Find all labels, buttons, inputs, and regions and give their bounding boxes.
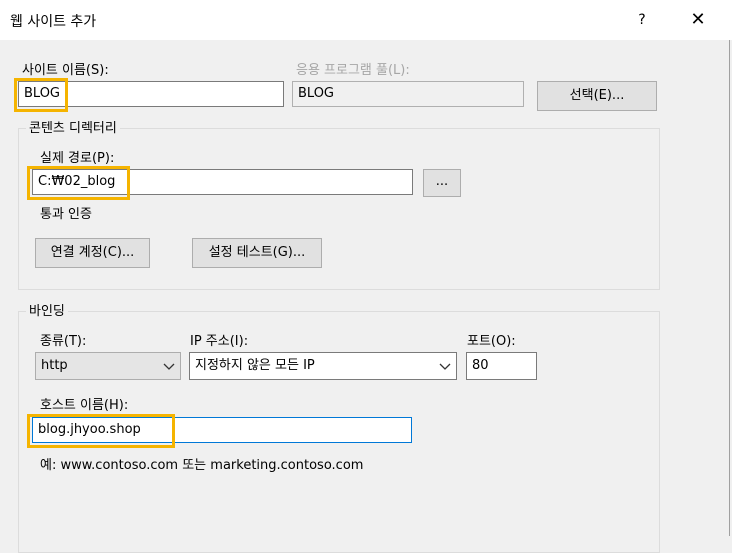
host-name-input[interactable]: blog.jhyoo.shop (32, 417, 412, 443)
content-directory-legend: 콘텐츠 디렉터리 (26, 117, 120, 136)
physical-path-input[interactable]: C:₩02_blog (32, 169, 413, 195)
ip-address-label: IP 주소(I): (190, 334, 249, 349)
example-text: 예: www.contoso.com 또는 marketing.contoso.… (40, 458, 364, 473)
ip-address-select[interactable]: 지정하지 않은 모든 IP (189, 352, 457, 380)
browse-button[interactable]: ... (423, 169, 461, 197)
app-pool-field: BLOG (292, 81, 524, 107)
connect-as-button[interactable]: 연결 계정(C)... (35, 238, 150, 268)
physical-path-label: 실제 경로(P): (40, 151, 115, 166)
select-pool-button[interactable]: 선택(E)... (537, 81, 657, 111)
site-name-input[interactable]: BLOG (18, 81, 284, 107)
window-border (729, 40, 730, 536)
window-title: 웹 사이트 추가 (10, 14, 97, 30)
chevron-down-icon (439, 363, 451, 370)
port-input[interactable]: 80 (466, 352, 537, 380)
type-select-value: http (41, 358, 68, 373)
type-select[interactable]: http (35, 352, 181, 380)
port-label: 포트(O): (467, 334, 516, 349)
help-button[interactable]: ? (628, 6, 656, 34)
test-settings-button[interactable]: 설정 테스트(G)... (192, 238, 322, 268)
chevron-down-icon (163, 363, 175, 370)
binding-legend: 바인딩 (26, 300, 68, 319)
close-button[interactable]: ✕ (680, 6, 716, 34)
app-pool-label: 응용 프로그램 풀(L): (296, 63, 410, 78)
site-name-label: 사이트 이름(S): (22, 63, 109, 78)
pass-through-auth-label: 통과 인증 (40, 207, 92, 222)
title-bar: 웹 사이트 추가 ? ✕ (0, 0, 732, 40)
host-name-label: 호스트 이름(H): (40, 398, 129, 413)
ip-address-value: 지정하지 않은 모든 IP (195, 358, 315, 373)
type-label: 종류(T): (40, 334, 87, 349)
